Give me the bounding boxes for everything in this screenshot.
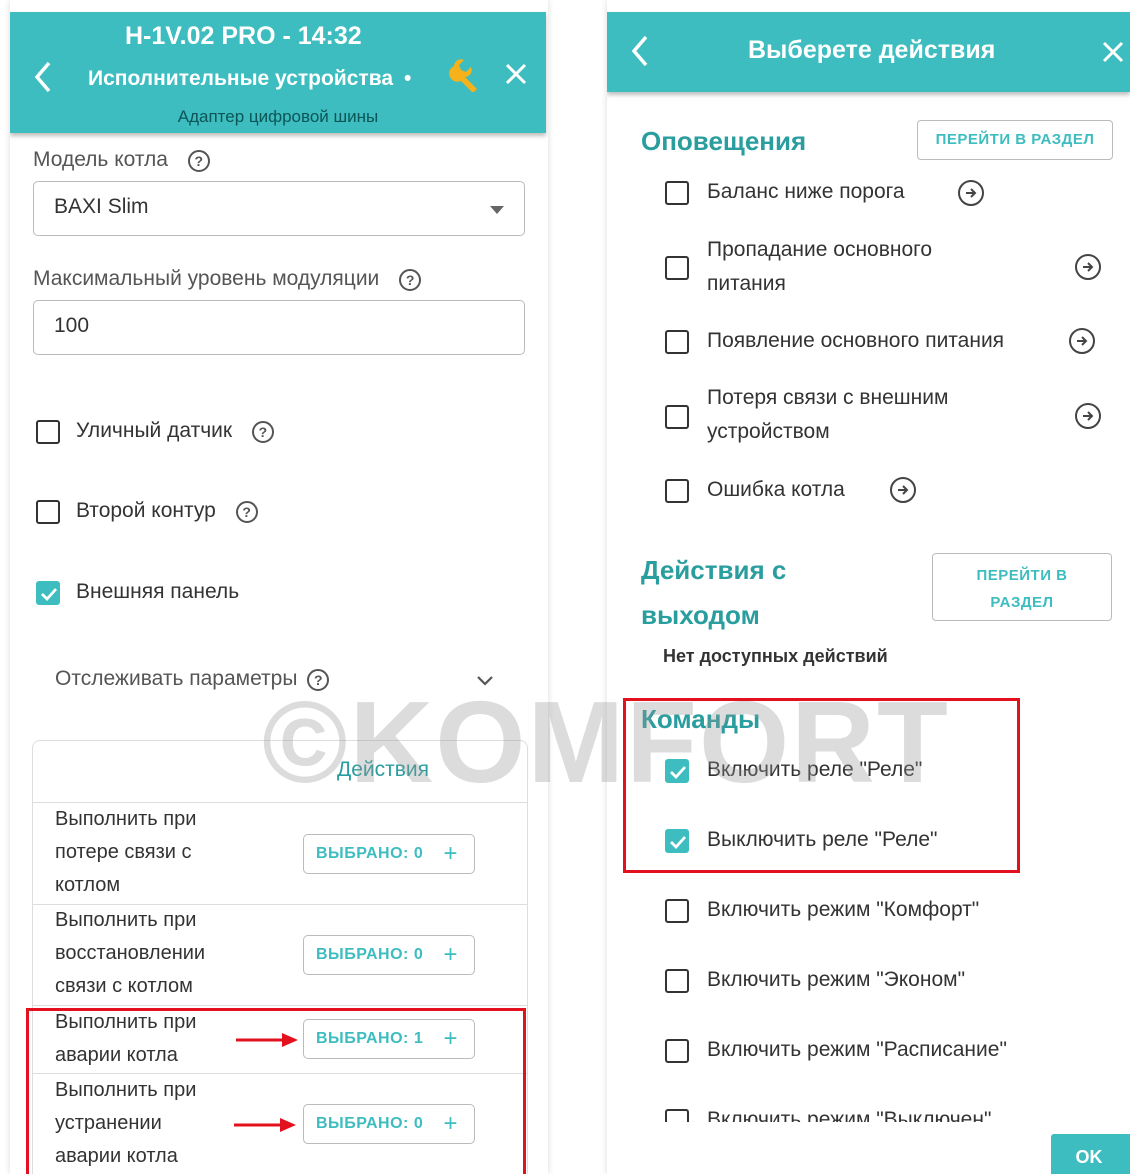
chevron-left-icon xyxy=(34,61,51,93)
arrow-right-circle-icon[interactable] xyxy=(958,180,984,206)
close-icon xyxy=(505,63,527,85)
close-icon xyxy=(1102,41,1124,63)
notify-boiler-error-label: Ошибка котла xyxy=(707,478,845,501)
notify-power-loss-label: Пропадание основного питания xyxy=(707,238,933,295)
dialog-title: Выберете действия xyxy=(748,36,996,64)
external-panel-checkbox[interactable] xyxy=(36,581,60,605)
max-modulation-input[interactable]: 100 xyxy=(33,300,525,355)
boiler-model-label: Модель котла ? xyxy=(33,148,210,172)
highlight-box xyxy=(623,698,1020,873)
boiler-model-value: BAXI Slim xyxy=(54,195,149,218)
red-arrow-icon xyxy=(234,1118,296,1132)
mode-off-label: Включить режим "Выключен" xyxy=(707,1108,992,1122)
arrow-right-circle-icon[interactable] xyxy=(1075,254,1101,280)
wrench-button[interactable] xyxy=(446,56,482,93)
device-title: H-1V.02 PRO - 14:32 xyxy=(125,22,362,50)
goto-notifications-button[interactable]: ПЕРЕЙТИ В РАЗДЕЛ xyxy=(917,120,1113,160)
notifications-title: Оповещения xyxy=(641,126,807,156)
plus-icon: + xyxy=(443,941,458,968)
ok-button[interactable]: OK xyxy=(1051,1134,1130,1174)
mode-schedule-label: Включить режим "Расписание" xyxy=(707,1038,1007,1061)
notify-balance-checkbox[interactable] xyxy=(665,181,689,205)
second-circuit-checkbox[interactable] xyxy=(36,500,60,524)
help-icon[interactable]: ? xyxy=(399,269,422,291)
mode-comfort-label: Включить режим "Комфорт" xyxy=(707,898,980,921)
select-actions-dialog: Выберете действия Оповещения ПЕРЕЙТИ В Р… xyxy=(607,0,1130,1174)
notify-power-restore-label: Появление основного питания xyxy=(707,329,1005,352)
action-row-label: Выполнить при восстановлении связи с кот… xyxy=(55,909,206,997)
status-dot: • xyxy=(404,67,412,90)
max-modulation-label: Максимальный уровень модуляции ? xyxy=(33,267,422,291)
arrow-right-circle-icon[interactable] xyxy=(890,477,916,503)
device-settings-panel: H-1V.02 PRO - 14:32 Исполнительные устро… xyxy=(10,0,548,1174)
help-icon[interactable]: ? xyxy=(187,150,210,172)
arrow-right-circle-icon[interactable] xyxy=(1069,328,1095,354)
red-arrow-icon xyxy=(236,1033,298,1047)
notify-power-restore-checkbox[interactable] xyxy=(665,330,689,354)
mode-comfort-checkbox[interactable] xyxy=(665,899,689,923)
action-row-label: Выполнить при потере связи с котлом xyxy=(55,808,197,896)
help-icon[interactable]: ? xyxy=(307,669,330,691)
close-button[interactable] xyxy=(504,62,532,90)
notify-device-loss-label: Потеря связи с внешним устройством xyxy=(707,386,949,443)
max-modulation-value: 100 xyxy=(54,314,90,337)
back-button[interactable] xyxy=(32,60,58,96)
output-actions-title: Действия с выходом xyxy=(641,555,787,630)
arrow-right-circle-icon[interactable] xyxy=(1075,403,1101,429)
caret-down-icon xyxy=(490,206,504,214)
mode-off-checkbox[interactable] xyxy=(665,1109,689,1122)
plus-icon: + xyxy=(443,840,458,867)
list-clip: Включить режим "Выключен" xyxy=(607,1104,1130,1122)
help-icon[interactable]: ? xyxy=(251,421,274,443)
checkmark-icon xyxy=(41,588,58,602)
mode-schedule-checkbox[interactable] xyxy=(665,1039,689,1063)
close-button[interactable] xyxy=(1101,40,1129,68)
notify-balance-label: Баланс ниже порога xyxy=(707,180,905,203)
selected-count-button[interactable]: ВЫБРАНО: 0 + xyxy=(303,834,475,874)
no-actions-text: Нет доступных действий xyxy=(663,646,888,666)
selected-count-button[interactable]: ВЫБРАНО: 0 + xyxy=(303,935,475,975)
wrench-icon xyxy=(449,59,477,93)
outdoor-sensor-label: Уличный датчик ? xyxy=(76,419,274,443)
track-params-toggle[interactable]: Отслеживать параметры ? xyxy=(55,667,330,691)
mode-econom-checkbox[interactable] xyxy=(665,969,689,993)
second-circuit-label: Второй контур ? xyxy=(76,499,258,523)
boiler-model-select[interactable]: BAXI Slim xyxy=(33,181,525,236)
notify-device-loss-checkbox[interactable] xyxy=(665,405,689,429)
actions-header: Действия xyxy=(337,758,430,781)
panel-header: H-1V.02 PRO - 14:32 Исполнительные устро… xyxy=(10,12,546,133)
chevron-down-icon[interactable] xyxy=(476,675,494,687)
goto-output-actions-button[interactable]: ПЕРЕЙТИ В РАЗДЕЛ xyxy=(932,553,1112,621)
dialog-header: Выберете действия xyxy=(607,12,1130,92)
help-icon[interactable]: ? xyxy=(235,501,258,523)
mode-econom-label: Включить режим "Эконом" xyxy=(707,968,966,991)
external-panel-label: Внешняя панель xyxy=(76,580,240,603)
panel-subtitle: Исполнительные устройства xyxy=(88,67,394,90)
panel-caption: Адаптер цифровой шины xyxy=(177,107,379,126)
chevron-left-icon xyxy=(631,35,648,67)
notify-power-loss-checkbox[interactable] xyxy=(665,256,689,280)
notify-boiler-error-checkbox[interactable] xyxy=(665,479,689,503)
back-button[interactable] xyxy=(629,34,655,70)
outdoor-sensor-checkbox[interactable] xyxy=(36,420,60,444)
